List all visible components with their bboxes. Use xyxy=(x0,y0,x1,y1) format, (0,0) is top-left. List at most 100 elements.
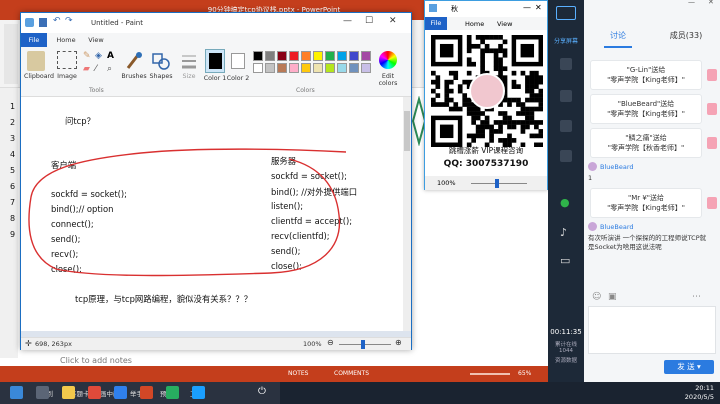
tab-discussion[interactable]: 讨论 xyxy=(584,30,652,41)
powerpoint-taskbar-icon[interactable] xyxy=(140,386,153,399)
brush-icon[interactable] xyxy=(125,51,143,71)
file-explorer-icon[interactable] xyxy=(62,386,75,399)
more-icon[interactable]: ⋯ xyxy=(692,292,701,302)
palette-swatch[interactable] xyxy=(265,51,275,61)
screen-share-icon[interactable] xyxy=(556,6,576,20)
vscode-icon[interactable] xyxy=(114,386,127,399)
palette-swatch[interactable] xyxy=(277,63,287,73)
powerpoint-slide-panel[interactable]: 1 2 3 4 5 6 7 8 9 xyxy=(0,88,18,358)
emoji-icon[interactable]: ☺ xyxy=(592,292,601,302)
palette-swatch[interactable] xyxy=(289,63,299,73)
qq-icon[interactable] xyxy=(192,386,205,399)
paint-zoom-thumb[interactable] xyxy=(361,340,365,349)
qr-tab-file[interactable]: File xyxy=(425,17,447,30)
zoom-out-icon[interactable]: ⊖ xyxy=(327,338,334,347)
start-icon[interactable] xyxy=(10,386,23,399)
camera-icon[interactable]: ▭ xyxy=(560,254,572,267)
palette-swatch[interactable] xyxy=(361,51,371,61)
undo-icon[interactable]: ↶ xyxy=(53,16,61,26)
shapes-label[interactable]: Shapes xyxy=(147,73,175,80)
palette-swatch[interactable] xyxy=(337,63,347,73)
comments-toggle[interactable]: COMMENTS xyxy=(334,370,369,377)
paint-zoom-slider[interactable] xyxy=(339,340,391,349)
palette-swatch[interactable] xyxy=(349,63,359,73)
clipboard-icon[interactable] xyxy=(27,51,45,71)
palette-swatch[interactable] xyxy=(349,51,359,61)
color-picker-icon[interactable]: ⁄ xyxy=(95,64,97,74)
qr-zoom-slider[interactable] xyxy=(471,179,527,188)
size-icon[interactable] xyxy=(181,53,197,71)
pencil-icon[interactable]: ✎ xyxy=(83,51,91,61)
send-button[interactable]: 发 送 ▾ xyxy=(664,360,714,374)
power-icon[interactable]: ⏻ xyxy=(258,386,266,397)
fill-icon[interactable]: ◈ xyxy=(95,51,102,61)
palette-swatch[interactable] xyxy=(253,63,263,73)
image-select-icon[interactable] xyxy=(57,51,77,69)
edit-colors-label[interactable]: Edit colors xyxy=(373,73,403,87)
color2-label[interactable]: Color 2 xyxy=(225,75,251,82)
screen-share-label[interactable]: 分享屏幕 xyxy=(548,36,584,45)
ppt-icon[interactable] xyxy=(560,58,572,70)
palette-swatch[interactable] xyxy=(361,63,371,73)
qr-zoom-thumb[interactable] xyxy=(495,179,499,188)
qr-tab-view[interactable]: View xyxy=(497,20,512,28)
paint-canvas[interactable]: 问tcp？ 客户端 服务器 sockfd = socket(); bind();/… xyxy=(21,97,403,331)
canvas-scrollbar[interactable] xyxy=(403,97,411,331)
redo-icon[interactable]: ↷ xyxy=(65,16,73,26)
qr-module xyxy=(480,124,485,130)
color2-swatch[interactable] xyxy=(231,53,245,69)
qr-close-icon[interactable]: ✕ xyxy=(535,3,542,12)
shapes-icon[interactable] xyxy=(151,51,171,71)
palette-swatch[interactable] xyxy=(289,51,299,61)
palette-swatch[interactable] xyxy=(325,63,335,73)
qr-tab-home[interactable]: Home xyxy=(465,20,484,28)
magnifier-icon[interactable]: ⌕ xyxy=(107,64,112,74)
palette-swatch[interactable] xyxy=(253,51,263,61)
color1-button[interactable] xyxy=(205,49,225,73)
image-label[interactable]: Image xyxy=(53,73,81,80)
whiteboard-icon[interactable] xyxy=(560,90,572,102)
powerpoint-paste-area[interactable] xyxy=(4,24,18,84)
music-icon[interactable]: ♪ xyxy=(560,226,572,239)
chat-minimize-icon[interactable]: — xyxy=(688,0,695,6)
palette-swatch[interactable] xyxy=(313,63,323,73)
palette-swatch[interactable] xyxy=(325,51,335,61)
tab-home[interactable]: Home xyxy=(53,33,79,47)
palette-swatch[interactable] xyxy=(265,63,275,73)
qr-minimize-icon[interactable]: — xyxy=(523,3,531,12)
chat-input[interactable] xyxy=(588,306,716,354)
settings-icon[interactable] xyxy=(560,150,572,162)
tab-file[interactable]: File xyxy=(21,33,47,47)
palette-swatch[interactable] xyxy=(301,51,311,61)
brushes-label[interactable]: Brushes xyxy=(119,73,149,80)
canvas-scroll-thumb[interactable] xyxy=(404,111,410,151)
close-icon[interactable]: ✕ xyxy=(389,16,397,26)
wechat-icon[interactable] xyxy=(166,386,179,399)
minimize-icon[interactable]: — xyxy=(343,16,352,26)
palette-swatch[interactable] xyxy=(277,51,287,61)
chrome-icon[interactable] xyxy=(88,386,101,399)
image-icon[interactable]: ▣ xyxy=(608,292,617,302)
tab-members[interactable]: 成员(33) xyxy=(652,30,720,41)
edit-colors-icon[interactable] xyxy=(379,51,397,69)
palette-swatch[interactable] xyxy=(313,51,323,61)
notes-placeholder[interactable]: Click to add notes xyxy=(60,356,132,365)
mic-icon[interactable]: ● xyxy=(560,196,572,209)
eraser-icon[interactable]: ▰ xyxy=(83,64,90,74)
text-icon[interactable]: A xyxy=(107,51,114,61)
zoom-in-icon[interactable]: ⊕ xyxy=(395,338,402,347)
file-icon[interactable] xyxy=(560,120,572,132)
palette-swatch[interactable] xyxy=(337,51,347,61)
slide-line-number: 3 xyxy=(10,134,16,143)
tab-view[interactable]: View xyxy=(83,33,109,47)
size-label[interactable]: Size xyxy=(177,73,201,80)
ppt-zoom-slider[interactable] xyxy=(470,373,510,375)
clipboard-label[interactable]: Clipboard xyxy=(23,73,55,80)
maximize-icon[interactable]: ☐ xyxy=(365,16,373,26)
chat-close-icon[interactable]: ✕ xyxy=(708,0,714,6)
save-icon[interactable] xyxy=(39,18,47,27)
qr-module xyxy=(502,111,508,116)
notes-toggle[interactable]: NOTES xyxy=(288,370,308,377)
palette-swatch[interactable] xyxy=(301,63,311,73)
search-taskbar-icon[interactable] xyxy=(36,386,49,399)
